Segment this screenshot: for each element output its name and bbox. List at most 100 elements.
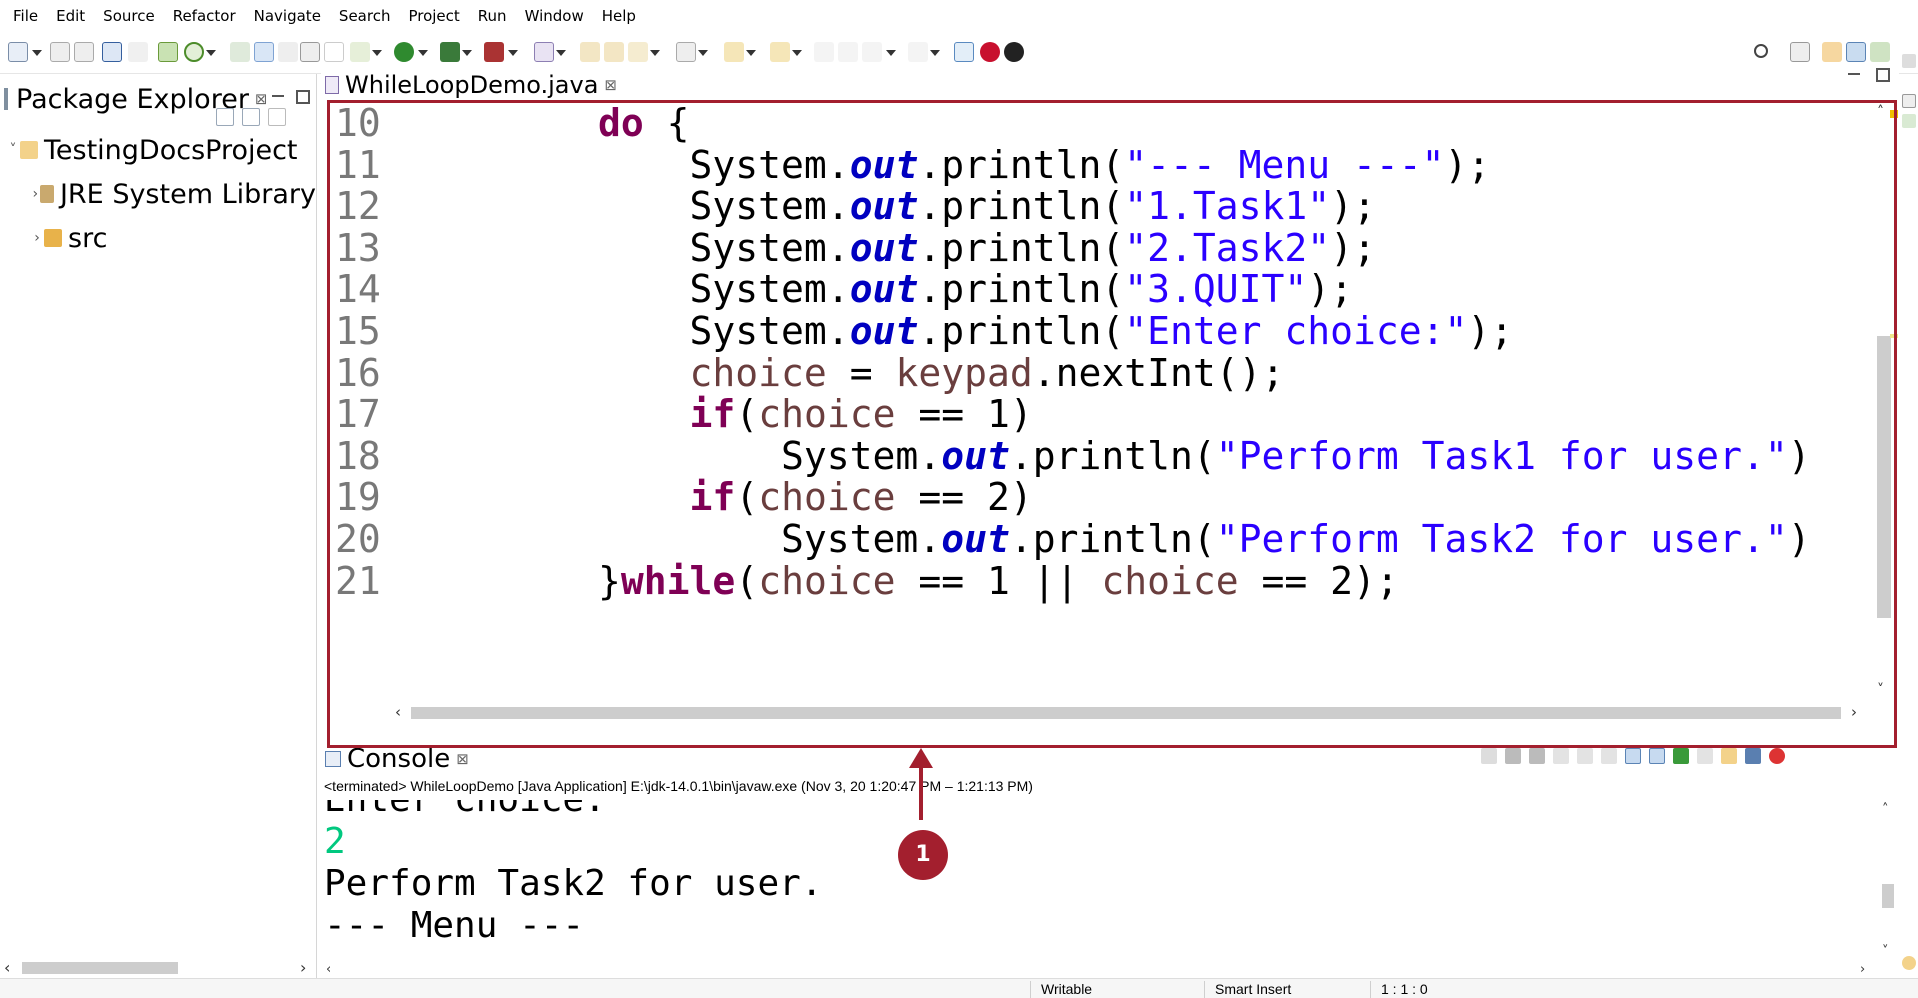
- next-annotation-icon[interactable]: [724, 42, 744, 62]
- console-hscrollbar[interactable]: ‹ ›: [322, 962, 1878, 978]
- code-line[interactable]: }while(choice == 1 || choice == 2);: [415, 556, 1399, 607]
- menu-help[interactable]: Help: [593, 0, 645, 32]
- coverage-icon[interactable]: [440, 42, 460, 62]
- new-console-icon[interactable]: [1745, 748, 1761, 764]
- scroll-lock-icon[interactable]: [1577, 748, 1593, 764]
- clear-console-icon[interactable]: [1553, 748, 1569, 764]
- forward-dropdown-icon[interactable]: [930, 50, 940, 56]
- stop-icon[interactable]: [1769, 748, 1785, 764]
- skip-breakpoints-icon[interactable]: [128, 42, 148, 62]
- debug-icon[interactable]: [350, 42, 370, 62]
- open-type-hierarchy-icon[interactable]: [580, 42, 600, 62]
- search-java-icon[interactable]: [230, 42, 250, 62]
- minimize-icon[interactable]: [270, 88, 286, 104]
- outline-view-icon[interactable]: [1902, 94, 1916, 108]
- word-wrap-icon[interactable]: [300, 42, 320, 62]
- save-all-icon[interactable]: [74, 42, 94, 62]
- menu-run[interactable]: Run: [469, 0, 516, 32]
- scrollbar-thumb[interactable]: [22, 962, 178, 974]
- scroll-right-icon[interactable]: ›: [300, 958, 306, 977]
- back-icon[interactable]: [862, 42, 882, 62]
- scroll-left-icon[interactable]: ‹: [395, 703, 401, 721]
- console-output[interactable]: Enter choice:2Perform Task2 for user.---…: [322, 800, 1878, 962]
- tree-item[interactable]: ›JRE System Library: [0, 172, 316, 216]
- close-icon[interactable]: ⊠: [604, 76, 617, 94]
- scroll-left-icon[interactable]: ‹: [326, 962, 331, 977]
- cloud-icon[interactable]: [1004, 42, 1024, 62]
- chevron-down-icon[interactable]: ˅: [6, 142, 20, 158]
- package-explorer-hscrollbar[interactable]: ‹ ›: [0, 956, 316, 978]
- annotation-dropdown-icon[interactable]: [698, 50, 708, 56]
- toggle-block-selection-icon[interactable]: [278, 42, 298, 62]
- occurrence-marker[interactable]: [1890, 334, 1898, 338]
- menu-navigate[interactable]: Navigate: [245, 0, 330, 32]
- close-icon[interactable]: ⊠: [456, 750, 469, 768]
- new-dropdown-icon[interactable]: [32, 50, 42, 56]
- java-perspective-icon[interactable]: [1846, 42, 1866, 62]
- debug-dropdown-icon[interactable]: [372, 50, 382, 56]
- collapse-all-icon[interactable]: [216, 108, 234, 126]
- code-area[interactable]: do { System.out.println("--- Menu ---");…: [415, 102, 1855, 702]
- chevron-right-icon[interactable]: ›: [30, 230, 44, 246]
- external-tools-dropdown-icon[interactable]: [508, 50, 518, 56]
- menu-edit[interactable]: Edit: [47, 0, 94, 32]
- open-perspective-icon[interactable]: [1790, 42, 1810, 62]
- toggle-mark-occurrences-icon[interactable]: [254, 42, 274, 62]
- menu-refactor[interactable]: Refactor: [164, 0, 245, 32]
- code-editor[interactable]: 101112131415161718192021 do { System.out…: [327, 102, 1897, 722]
- terminal-icon[interactable]: [102, 42, 122, 62]
- pen-dropdown-icon[interactable]: [650, 50, 660, 56]
- back-dropdown-icon[interactable]: [886, 50, 896, 56]
- next-annotation-dropdown-icon[interactable]: [746, 50, 756, 56]
- scrollbar-thumb[interactable]: [1882, 884, 1894, 908]
- restore-icon[interactable]: [1902, 54, 1916, 68]
- pen-icon[interactable]: [628, 42, 648, 62]
- refresh-icon[interactable]: [184, 42, 204, 62]
- open-folder-icon[interactable]: [604, 42, 624, 62]
- pin-editor-icon[interactable]: [954, 42, 974, 62]
- annotation-icon[interactable]: [676, 42, 696, 62]
- menu-search[interactable]: Search: [330, 0, 400, 32]
- forward-icon[interactable]: [908, 42, 928, 62]
- scrollbar-thumb[interactable]: [411, 707, 1841, 719]
- last-edit-location-icon[interactable]: [814, 42, 834, 62]
- open-type-icon[interactable]: [158, 42, 178, 62]
- terminate-icon[interactable]: [1481, 748, 1497, 764]
- run-icon[interactable]: [394, 42, 414, 62]
- remove-all-terminated-icon[interactable]: [1529, 748, 1545, 764]
- refresh-dropdown-icon[interactable]: [206, 50, 216, 56]
- scroll-right-icon[interactable]: ›: [1860, 962, 1865, 977]
- tab-whileloopdemo-java[interactable]: WhileLoopDemo.java ⊠: [325, 68, 617, 102]
- word-wrap-icon[interactable]: [1601, 748, 1617, 764]
- link-with-editor-icon[interactable]: [242, 108, 260, 126]
- menu-source[interactable]: Source: [94, 0, 164, 32]
- scroll-left-icon[interactable]: ‹: [4, 958, 10, 977]
- console-vscrollbar[interactable]: ˄ ˅: [1878, 800, 1898, 962]
- run-dropdown-icon[interactable]: [418, 50, 428, 56]
- remove-launch-icon[interactable]: [1505, 748, 1521, 764]
- pin-console-icon[interactable]: [1673, 748, 1689, 764]
- show-on-stdout-icon[interactable]: [1625, 748, 1641, 764]
- close-icon[interactable]: ⊠: [255, 90, 268, 108]
- tree-item[interactable]: ›src: [0, 216, 316, 260]
- maximize-icon[interactable]: [1874, 66, 1890, 82]
- menu-file[interactable]: File: [4, 0, 47, 32]
- scroll-down-icon[interactable]: ˅: [1882, 944, 1889, 959]
- forward-history-icon[interactable]: [838, 42, 858, 62]
- open-console-icon[interactable]: [1721, 748, 1737, 764]
- previous-annotation-icon[interactable]: [770, 42, 790, 62]
- java-ee-perspective-icon[interactable]: [1822, 42, 1842, 62]
- external-tools-icon[interactable]: [484, 42, 504, 62]
- coverage-dropdown-icon[interactable]: [462, 50, 472, 56]
- task-view-icon[interactable]: [1902, 114, 1916, 128]
- new-java-project-icon[interactable]: [534, 42, 554, 62]
- editor-hscrollbar[interactable]: ‹ ›: [327, 702, 1872, 722]
- tree-item[interactable]: ˅TestingDocsProject: [0, 128, 316, 172]
- red-hat-icon[interactable]: [980, 42, 1000, 62]
- scroll-up-icon[interactable]: ˄: [1877, 104, 1884, 120]
- search-icon[interactable]: [1754, 44, 1768, 58]
- scroll-right-icon[interactable]: ›: [1851, 703, 1857, 721]
- chevron-right-icon[interactable]: ›: [30, 186, 40, 202]
- tip-icon[interactable]: [1902, 956, 1916, 970]
- debug-perspective-icon[interactable]: [1870, 42, 1890, 62]
